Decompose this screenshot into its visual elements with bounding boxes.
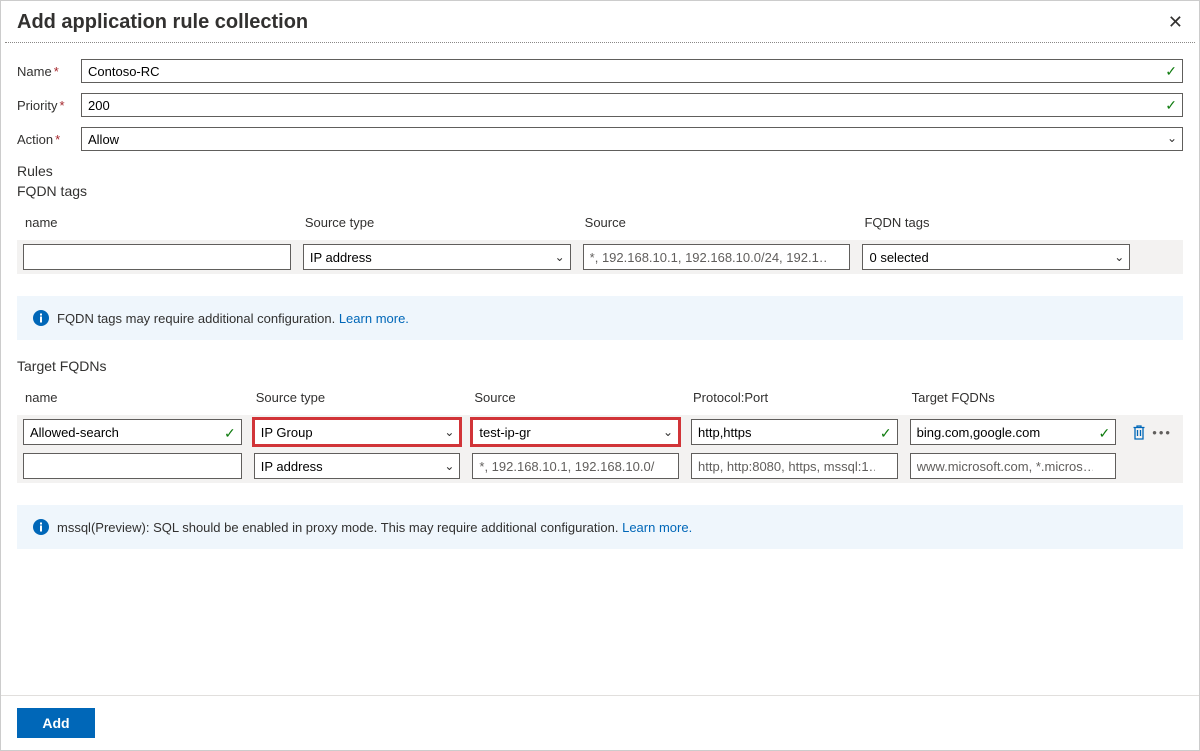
panel-title: Add application rule collection [17, 11, 308, 34]
col-source: Source [466, 384, 685, 415]
tf-name-input[interactable] [23, 453, 242, 479]
fqdn-tags-select[interactable]: 0 selected [862, 244, 1130, 270]
col-source-type: Source type [297, 209, 577, 240]
add-button[interactable]: Add [17, 708, 95, 738]
panel-body: Name* ✓ Priority* ✓ Action* Allow ⌄ Rule… [1, 43, 1199, 695]
col-fqdn-tags: FQDN tags [856, 209, 1136, 240]
row-action: Action* Allow ⌄ [17, 127, 1183, 151]
col-name: name [17, 209, 297, 240]
row-priority: Priority* ✓ [17, 93, 1183, 117]
info-icon [33, 310, 49, 326]
table-row: IP address⌄ 0 selected⌄ [17, 240, 1183, 274]
tf-name-input[interactable] [23, 419, 242, 445]
tf-source-type-select[interactable]: IP address [254, 453, 461, 479]
col-source-type: Source type [248, 384, 467, 415]
target-fqdns-heading: Target FQDNs [17, 358, 1183, 374]
tf-source-type-select[interactable]: IP Group [254, 419, 461, 445]
tf-protocol-input[interactable] [691, 453, 898, 479]
tf-source-select[interactable]: test-ip-gr [472, 419, 679, 445]
name-label: Name* [17, 64, 81, 79]
fqdn-tags-heading: FQDN tags [17, 183, 1183, 199]
delete-icon[interactable] [1132, 424, 1146, 440]
target-fqdns-table: name Source type Source Protocol:Port Ta… [17, 384, 1183, 483]
fqdn-source-type-select[interactable]: IP address [303, 244, 571, 270]
fqdn-source-input[interactable] [583, 244, 851, 270]
fqdn-tags-table: name Source type Source FQDN tags IP add… [17, 209, 1183, 274]
mssql-info-box: mssql(Preview): SQL should be enabled in… [17, 505, 1183, 549]
col-protocol: Protocol:Port [685, 384, 904, 415]
learn-more-link[interactable]: Learn more. [622, 520, 692, 535]
info-icon [33, 519, 49, 535]
fqdn-info-box: FQDN tags may require additional configu… [17, 296, 1183, 340]
tf-target-input[interactable] [910, 453, 1117, 479]
add-rule-collection-panel: Add application rule collection ✕ Name* … [0, 0, 1200, 751]
table-row: ✓ IP Group⌄ test-ip-gr⌄ ✓ ✓ ••• [17, 415, 1183, 449]
col-source: Source [577, 209, 857, 240]
more-icon[interactable]: ••• [1152, 425, 1172, 440]
action-select[interactable]: Allow [81, 127, 1183, 151]
panel-footer: Add [1, 695, 1199, 750]
tf-protocol-input[interactable] [691, 419, 898, 445]
col-name: name [17, 384, 248, 415]
row-name: Name* ✓ [17, 59, 1183, 83]
close-icon[interactable]: ✕ [1168, 12, 1183, 33]
priority-input[interactable] [81, 93, 1183, 117]
col-target: Target FQDNs [904, 384, 1123, 415]
rules-heading: Rules [17, 163, 1183, 179]
table-row: IP address⌄ [17, 449, 1183, 483]
tf-source-input[interactable] [472, 453, 679, 479]
fqdn-name-input[interactable] [23, 244, 291, 270]
action-label: Action* [17, 132, 81, 147]
name-input[interactable] [81, 59, 1183, 83]
panel-header: Add application rule collection ✕ [1, 1, 1199, 42]
info-text: FQDN tags may require additional configu… [57, 311, 409, 326]
info-text: mssql(Preview): SQL should be enabled in… [57, 520, 692, 535]
tf-target-input[interactable] [910, 419, 1117, 445]
priority-label: Priority* [17, 98, 81, 113]
learn-more-link[interactable]: Learn more. [339, 311, 409, 326]
